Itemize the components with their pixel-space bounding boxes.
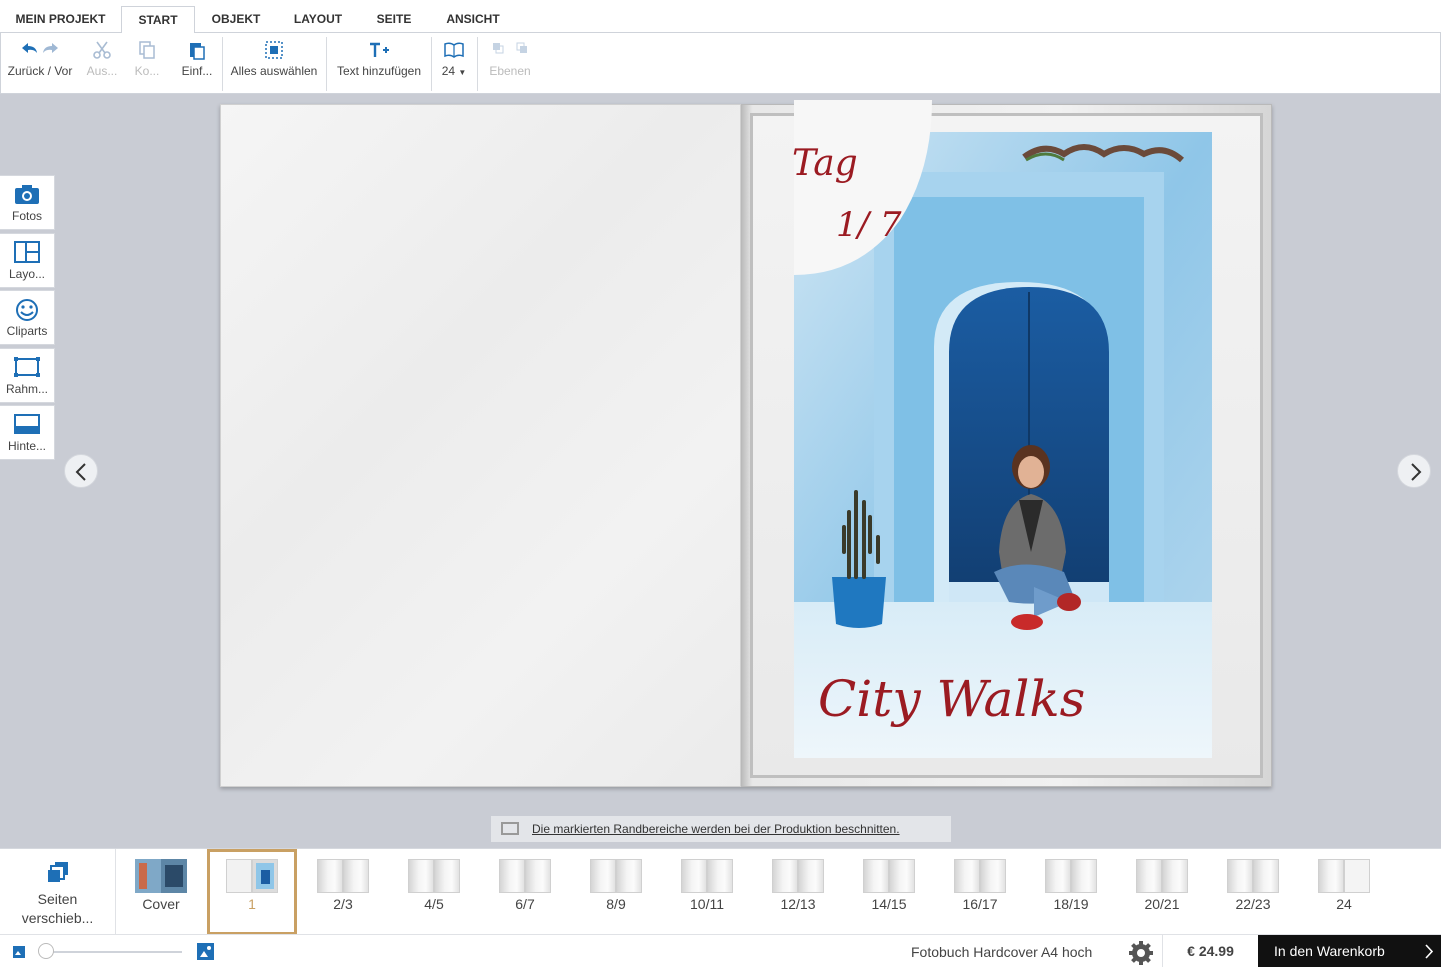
- tab-objekt[interactable]: OBJEKT: [205, 6, 267, 33]
- thumb-page-2-3[interactable]: 2/3: [298, 849, 388, 935]
- layers-icon: [483, 40, 537, 62]
- bleed-notice: Die markierten Randbereiche werden bei d…: [491, 816, 951, 842]
- background-icon: [0, 413, 54, 437]
- cover-thumbnail: [135, 859, 187, 893]
- settings-gear-icon[interactable]: [1128, 940, 1154, 967]
- thumb-page-6-7[interactable]: 6/7: [480, 849, 570, 935]
- next-page-button[interactable]: [1397, 454, 1431, 488]
- zoom-in-icon[interactable]: [196, 942, 215, 966]
- bleed-notice-link[interactable]: Die markierten Randbereiche werden bei d…: [532, 822, 900, 836]
- zoom-slider-handle[interactable]: [38, 943, 54, 959]
- thumb-page-16-17[interactable]: 16/17: [935, 849, 1025, 935]
- bleed-indicator-icon: [501, 822, 519, 835]
- thumb-page-10-11[interactable]: 10/11: [662, 849, 752, 935]
- thumb-page-4-5[interactable]: 4/5: [389, 849, 479, 935]
- chevron-right-icon: [1423, 935, 1435, 967]
- thumb-page-24[interactable]: 24: [1299, 849, 1389, 935]
- add-text-icon: [331, 40, 427, 62]
- tab-layout[interactable]: LAYOUT: [284, 6, 352, 33]
- title-line2: 1/ 7: [836, 205, 902, 245]
- tab-mein-projekt[interactable]: MEIN PROJEKT: [8, 6, 113, 33]
- caret-down-icon: ▼: [458, 68, 467, 77]
- sidebar-item-backgrounds[interactable]: Hinte...: [0, 405, 55, 460]
- pages-dropdown[interactable]: 24 ▼: [435, 33, 473, 93]
- thumb-page-20-21[interactable]: 20/21: [1117, 849, 1207, 935]
- toolbar-separator: [326, 37, 327, 91]
- sidebar-item-photos[interactable]: Fotos: [0, 175, 55, 230]
- add-to-cart-button[interactable]: In den Warenkorb: [1258, 935, 1441, 967]
- paste-button[interactable]: Einf...: [177, 33, 217, 93]
- page-strip: Seiten verschieb... Cover 1 2/3 4/5 6/7 …: [0, 848, 1441, 935]
- title-circle[interactable]: Tag 1/ 7: [790, 100, 932, 275]
- tab-start[interactable]: START: [121, 6, 195, 34]
- scissors-icon: [83, 40, 121, 62]
- left-page[interactable]: [220, 104, 741, 787]
- toolbar-separator: [431, 37, 432, 91]
- product-name: Fotobuch Hardcover A4 hoch: [911, 944, 1093, 960]
- toolbar-separator: [222, 37, 223, 91]
- status-bar: Fotobuch Hardcover A4 hoch € 24.99 In de…: [0, 934, 1441, 967]
- thumb-page-22-23[interactable]: 22/23: [1208, 849, 1298, 935]
- thumb-page-14-15[interactable]: 14/15: [844, 849, 934, 935]
- frame-icon: [0, 356, 54, 380]
- sidebar-item-layouts[interactable]: Layo...: [0, 233, 55, 288]
- zoom-out-icon[interactable]: [12, 945, 26, 964]
- chevron-right-icon: [1411, 463, 1422, 481]
- tab-ansicht[interactable]: ANSICHT: [438, 6, 508, 33]
- undo-redo-button[interactable]: Zurück / Vor: [5, 33, 75, 93]
- cut-button[interactable]: Aus...: [83, 33, 121, 93]
- menu-bar: MEIN PROJEKT START OBJEKT LAYOUT SEITE A…: [0, 0, 1441, 34]
- move-pages-icon: [47, 862, 68, 882]
- book-icon: [435, 40, 473, 62]
- caption-text: City Walks: [818, 670, 1086, 728]
- select-all-button[interactable]: Alles auswählen: [227, 33, 321, 93]
- price-display: € 24.99: [1162, 935, 1258, 967]
- smiley-icon: [0, 298, 54, 322]
- toolbar-separator: [477, 37, 478, 91]
- sidebar-item-cliparts[interactable]: Cliparts: [0, 290, 55, 345]
- tab-seite[interactable]: SEITE: [369, 6, 419, 33]
- paste-icon: [177, 40, 217, 62]
- sidebar-item-frames[interactable]: Rahm...: [0, 348, 55, 403]
- layout-icon: [0, 241, 54, 265]
- camera-icon: [0, 183, 54, 207]
- copy-icon: [128, 40, 166, 62]
- page-1-thumbnail: [226, 859, 278, 893]
- thumb-cover[interactable]: Cover: [116, 849, 206, 935]
- add-text-button[interactable]: Text hinzufügen: [331, 33, 427, 93]
- title-line1: Tag: [792, 143, 858, 184]
- move-pages-button[interactable]: Seiten verschieb...: [0, 849, 116, 935]
- undo-redo-icon: [5, 40, 75, 62]
- thumb-page-1[interactable]: 1: [207, 849, 297, 935]
- thumb-page-8-9[interactable]: 8/9: [571, 849, 661, 935]
- toolbar: Zurück / Vor Aus... Ko... Einf... Alles …: [0, 33, 1441, 94]
- previous-page-button[interactable]: [64, 454, 98, 488]
- thumb-page-18-19[interactable]: 18/19: [1026, 849, 1116, 935]
- chevron-left-icon: [75, 463, 86, 481]
- caption-text-box[interactable]: City Walks: [818, 670, 1198, 740]
- layers-button[interactable]: Ebenen: [483, 33, 537, 93]
- zoom-slider-track[interactable]: [46, 951, 182, 953]
- copy-button[interactable]: Ko...: [128, 33, 166, 93]
- select-all-icon: [227, 40, 321, 62]
- thumb-page-12-13[interactable]: 12/13: [753, 849, 843, 935]
